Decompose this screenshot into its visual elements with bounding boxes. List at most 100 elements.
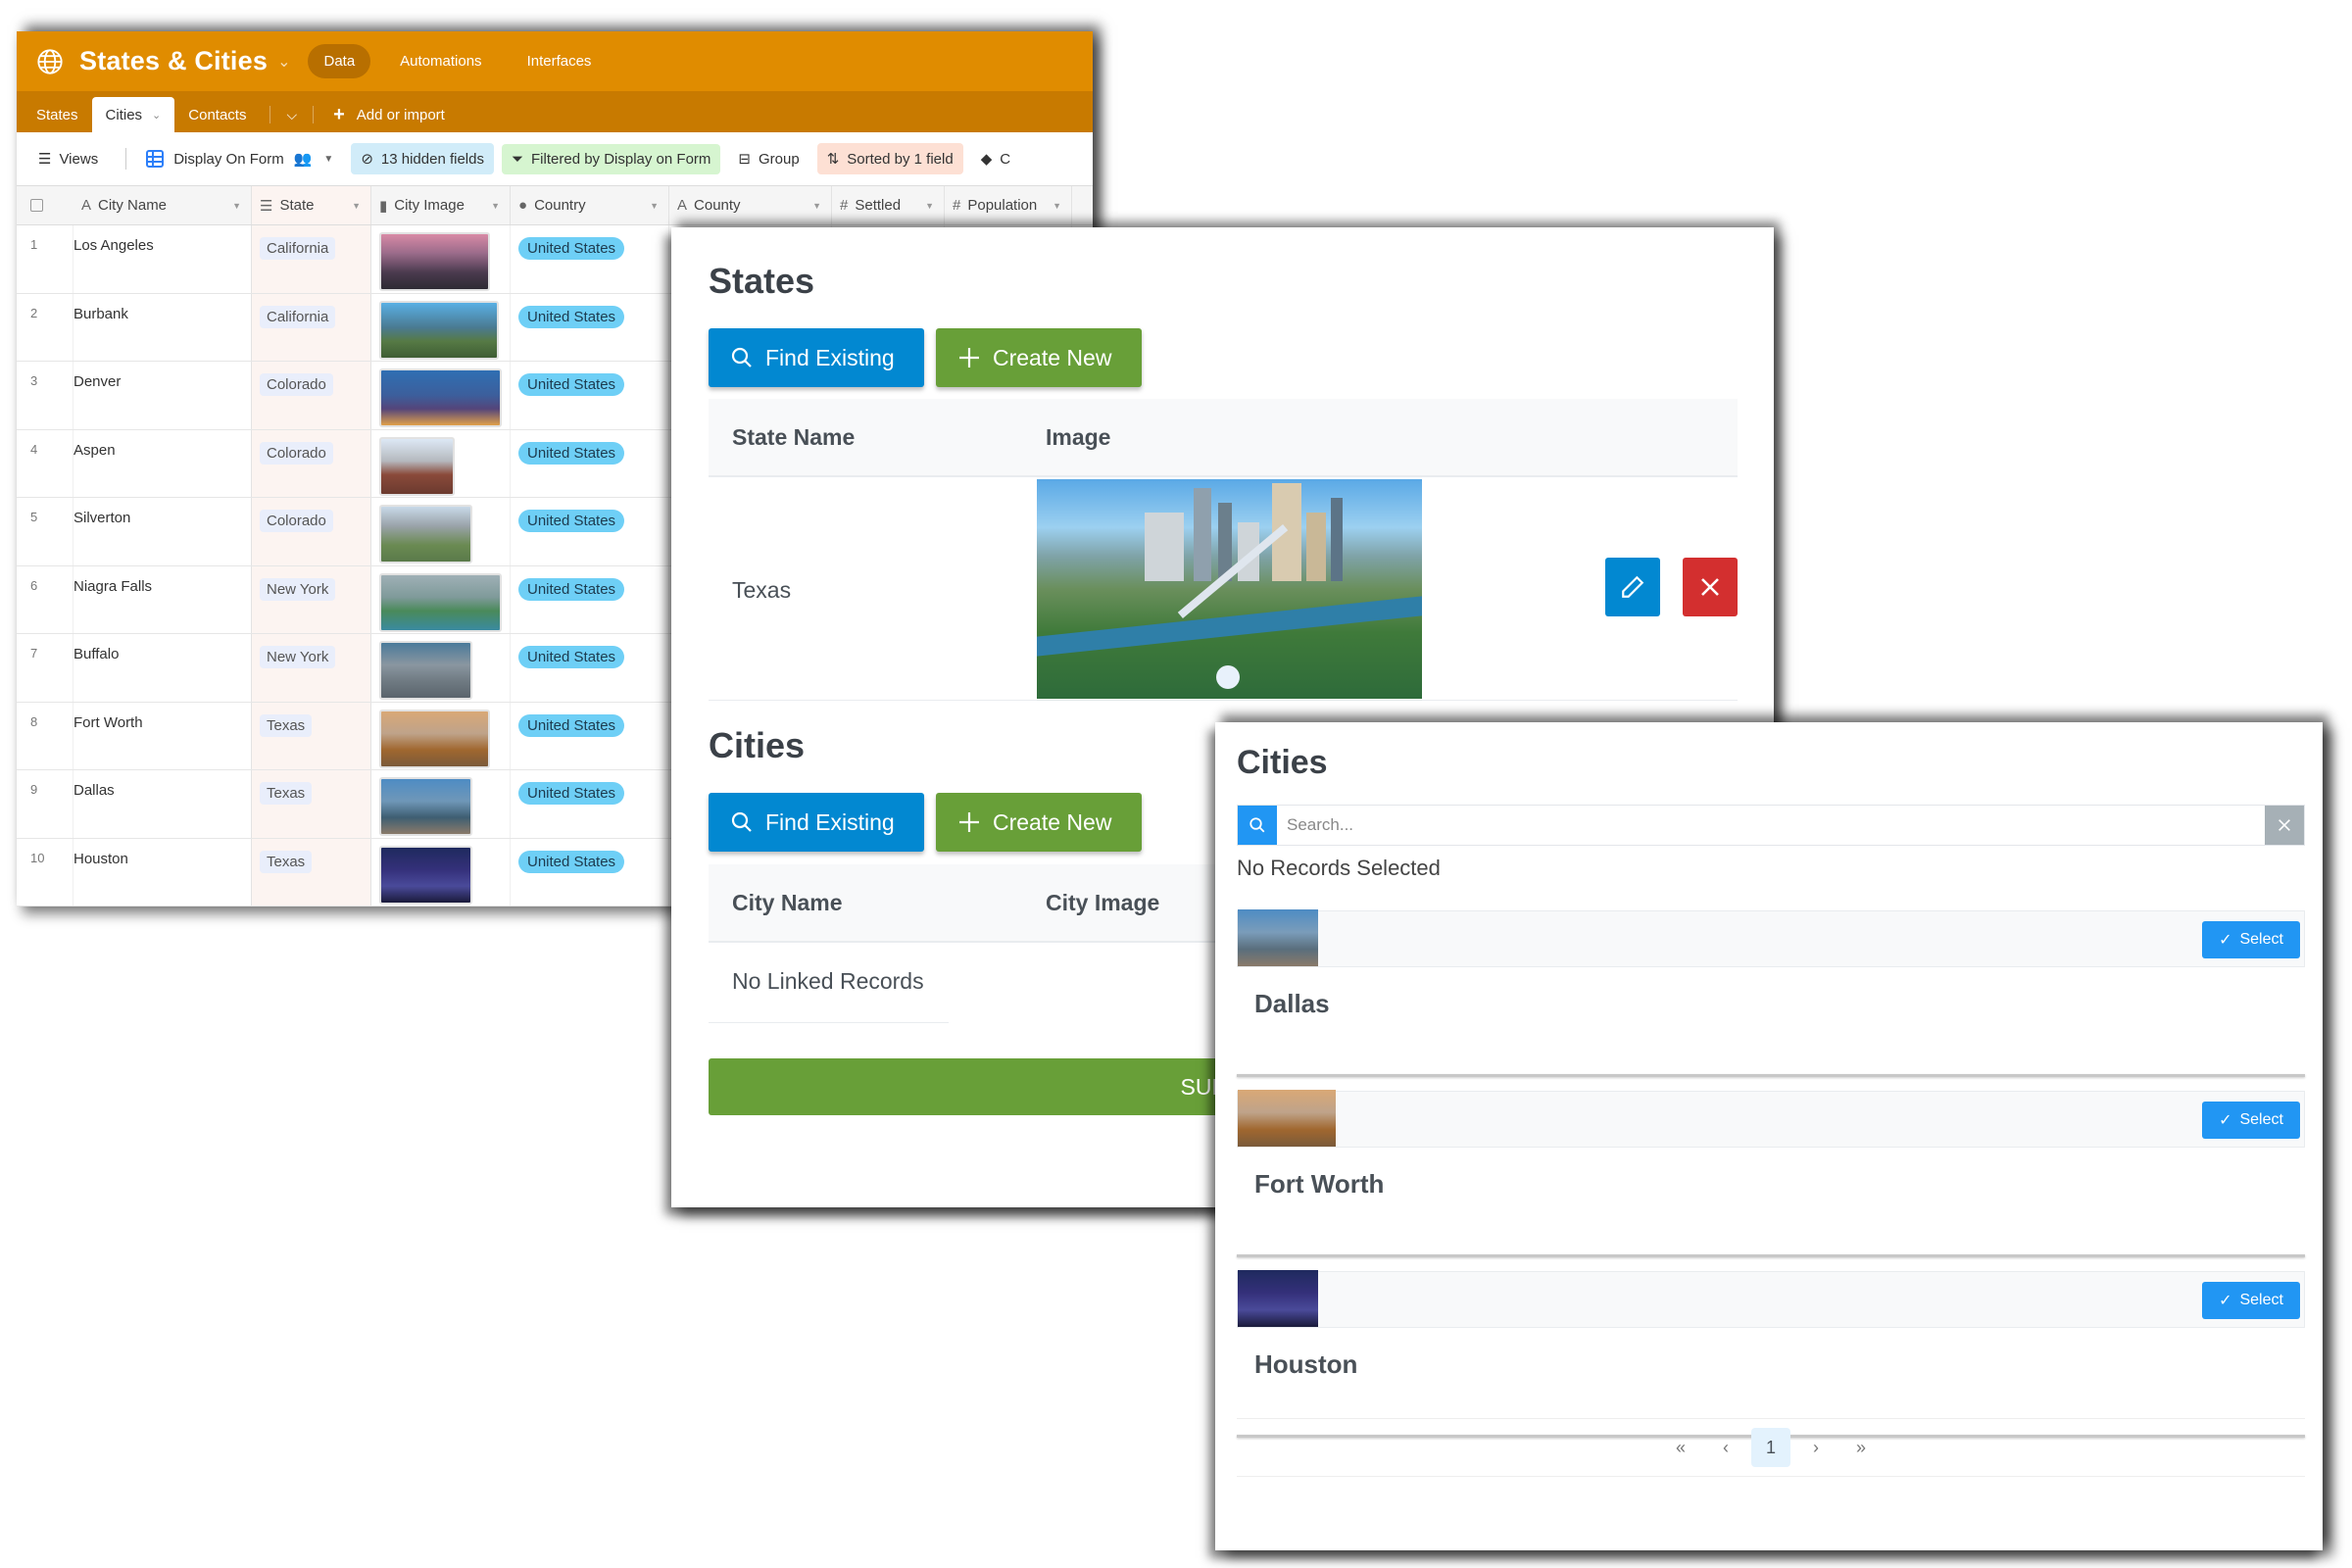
column-header-county[interactable]: A County ▼ bbox=[669, 186, 832, 224]
tab-contacts[interactable]: Contacts bbox=[174, 97, 260, 132]
state-link-chip[interactable]: Texas bbox=[260, 850, 313, 873]
caret-down-icon[interactable]: ▼ bbox=[812, 201, 821, 211]
states-find-existing-button[interactable]: Find Existing bbox=[709, 328, 924, 387]
cell-city-name[interactable]: Aspen bbox=[74, 429, 252, 497]
cell-country[interactable]: United States bbox=[511, 770, 669, 838]
city-image-thumbnail[interactable] bbox=[379, 232, 491, 291]
delete-button[interactable] bbox=[1683, 558, 1738, 616]
state-link-chip[interactable]: Colorado bbox=[260, 510, 333, 532]
state-link-chip[interactable]: New York bbox=[260, 577, 336, 601]
nav-automations[interactable]: Automations bbox=[384, 44, 497, 78]
cities-find-existing-button[interactable]: Find Existing bbox=[709, 793, 924, 852]
group-button[interactable]: ⊟ Group bbox=[728, 143, 808, 174]
next-page-button[interactable]: › bbox=[1796, 1428, 1836, 1467]
cell-city-image[interactable] bbox=[371, 429, 511, 497]
edit-button[interactable] bbox=[1605, 558, 1660, 616]
caret-down-icon[interactable]: ▼ bbox=[352, 201, 361, 211]
chevron-down-icon[interactable]: ⌄ bbox=[277, 52, 290, 72]
cell-city-image[interactable] bbox=[371, 770, 511, 838]
cell-city-name[interactable]: Los Angeles bbox=[74, 225, 252, 293]
cell-city-name[interactable]: Dallas bbox=[74, 770, 252, 838]
state-link-chip[interactable]: California bbox=[260, 237, 336, 260]
search-input[interactable] bbox=[1277, 806, 2265, 845]
cell-state[interactable]: Colorado bbox=[252, 362, 371, 429]
cell-country[interactable]: United States bbox=[511, 225, 669, 293]
city-image-thumbnail[interactable] bbox=[379, 777, 472, 836]
cell-city-name[interactable]: Buffalo bbox=[74, 634, 252, 702]
column-header-city-image[interactable]: ▮ City Image ▼ bbox=[371, 186, 511, 224]
search-button[interactable] bbox=[1238, 806, 1277, 845]
cell-country[interactable]: United States bbox=[511, 702, 669, 769]
cell-city-image[interactable] bbox=[371, 838, 511, 906]
cell-city-image[interactable] bbox=[371, 362, 511, 429]
filter-button[interactable]: ⏷ Filtered by Display on Form bbox=[502, 143, 721, 174]
select-button[interactable]: ✓ Select bbox=[2202, 1102, 2300, 1139]
views-button[interactable]: ☰ Views bbox=[28, 143, 108, 174]
city-image-thumbnail[interactable] bbox=[379, 845, 472, 905]
nav-interfaces[interactable]: Interfaces bbox=[512, 44, 608, 78]
select-all-checkbox[interactable] bbox=[30, 199, 43, 212]
caret-down-icon[interactable]: ▼ bbox=[491, 201, 500, 211]
caret-down-icon[interactable]: ▼ bbox=[650, 201, 659, 211]
caret-down-icon[interactable]: ▼ bbox=[1053, 201, 1061, 211]
column-header-state[interactable]: ☰ State ▼ bbox=[252, 186, 371, 224]
column-header-country[interactable]: ● Country ▼ bbox=[511, 186, 669, 224]
cell-country[interactable]: United States bbox=[511, 838, 669, 906]
city-image-thumbnail[interactable] bbox=[379, 572, 502, 632]
cell-city-name[interactable]: Silverton bbox=[74, 498, 252, 565]
sort-button[interactable]: ⇅ Sorted by 1 field bbox=[816, 143, 963, 174]
page-1-button[interactable]: 1 bbox=[1751, 1428, 1790, 1467]
state-link-chip[interactable]: Texas bbox=[260, 713, 313, 737]
cell-state[interactable]: California bbox=[252, 225, 371, 293]
cell-city-image[interactable] bbox=[371, 498, 511, 565]
column-header-population[interactable]: # Population ▼ bbox=[945, 186, 1072, 224]
cell-city-image[interactable] bbox=[371, 634, 511, 702]
states-create-new-button[interactable]: Create New bbox=[936, 328, 1142, 387]
cell-city-image[interactable] bbox=[371, 702, 511, 769]
cell-country[interactable]: United States bbox=[511, 565, 669, 633]
state-link-chip[interactable]: Colorado bbox=[260, 441, 333, 465]
city-image-thumbnail[interactable] bbox=[379, 368, 502, 427]
cell-state[interactable]: Colorado bbox=[252, 498, 371, 565]
cell-city-image[interactable] bbox=[371, 293, 511, 361]
cell-city-image[interactable] bbox=[371, 225, 511, 293]
prev-page-button[interactable]: ‹ bbox=[1706, 1428, 1745, 1467]
cell-country[interactable]: United States bbox=[511, 429, 669, 497]
cell-country[interactable]: United States bbox=[511, 498, 669, 565]
city-image-thumbnail[interactable] bbox=[379, 641, 472, 700]
cell-state[interactable]: Colorado bbox=[252, 429, 371, 497]
select-button[interactable]: ✓ Select bbox=[2202, 921, 2300, 958]
state-link-chip[interactable]: California bbox=[260, 305, 336, 328]
tab-states[interactable]: States bbox=[23, 97, 92, 132]
cell-city-name[interactable]: Denver bbox=[74, 362, 252, 429]
cell-city-name[interactable]: Fort Worth bbox=[74, 702, 252, 769]
hidden-fields-button[interactable]: ⊘ 13 hidden fields bbox=[351, 143, 494, 174]
column-header-settled[interactable]: # Settled ▼ bbox=[832, 186, 945, 224]
cell-country[interactable]: United States bbox=[511, 293, 669, 361]
city-image-thumbnail[interactable] bbox=[379, 709, 491, 768]
column-header-city-name[interactable]: A City Name ▼ bbox=[74, 186, 252, 224]
cell-country[interactable]: United States bbox=[511, 634, 669, 702]
tab-cities[interactable]: Cities ⌄ bbox=[91, 97, 175, 132]
cell-state[interactable]: California bbox=[252, 293, 371, 361]
state-link-chip[interactable]: Colorado bbox=[260, 373, 333, 396]
state-link-chip[interactable]: New York bbox=[260, 646, 336, 668]
cell-city-name[interactable]: Burbank bbox=[74, 293, 252, 361]
last-page-button[interactable]: » bbox=[1841, 1428, 1881, 1467]
select-button[interactable]: ✓ Select bbox=[2202, 1282, 2300, 1319]
cell-country[interactable]: United States bbox=[511, 362, 669, 429]
first-page-button[interactable]: « bbox=[1661, 1428, 1700, 1467]
base-title[interactable]: States & Cities bbox=[79, 46, 268, 76]
color-button[interactable]: ◆ C bbox=[971, 143, 1020, 174]
city-image-thumbnail[interactable] bbox=[379, 505, 472, 564]
city-image-thumbnail[interactable] bbox=[379, 436, 455, 496]
nav-data[interactable]: Data bbox=[308, 44, 371, 78]
carousel-dot[interactable] bbox=[1216, 665, 1240, 689]
caret-down-icon[interactable]: ▼ bbox=[232, 201, 241, 211]
more-tables-button[interactable]: ⌵ bbox=[280, 97, 303, 132]
caret-down-icon[interactable]: ▼ bbox=[925, 201, 934, 211]
cell-state[interactable]: Texas bbox=[252, 838, 371, 906]
clear-search-button[interactable] bbox=[2265, 806, 2304, 845]
cell-city-image[interactable] bbox=[371, 565, 511, 633]
cities-create-new-button[interactable]: Create New bbox=[936, 793, 1142, 852]
